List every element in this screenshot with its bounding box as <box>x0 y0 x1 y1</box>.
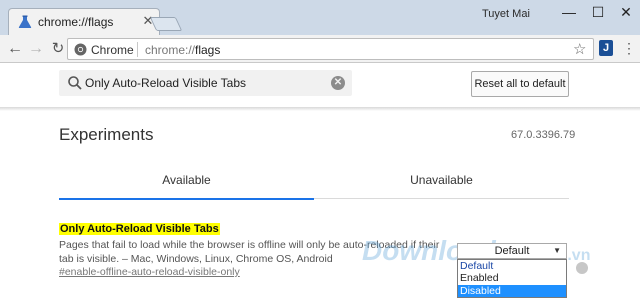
url-scheme: chrome:// <box>145 43 196 57</box>
select-options: Default Enabled Disabled <box>457 259 567 298</box>
search-input[interactable]: Only Auto-Reload Visible Tabs ✕ <box>59 70 352 96</box>
flask-icon <box>18 15 32 28</box>
chrome-logo-icon <box>74 43 87 56</box>
menu-dots-icon[interactable]: ⋮ <box>622 38 636 58</box>
extension-icon[interactable]: J <box>599 40 613 56</box>
close-window-button[interactable]: ✕ <box>612 2 640 22</box>
maximize-button[interactable]: ☐ <box>584 2 612 22</box>
reset-all-button[interactable]: Reset all to default <box>471 71 569 97</box>
bookmark-star-icon[interactable]: ☆ <box>573 40 586 58</box>
divider <box>137 42 138 57</box>
option-disabled[interactable]: Disabled <box>458 284 566 297</box>
version-label: 67.0.3396.79 <box>511 129 576 141</box>
profile-name[interactable]: Tuyet Mai <box>482 8 530 20</box>
url-host: flags <box>195 43 221 57</box>
flags-search-row: Only Auto-Reload Visible Tabs ✕ Reset al… <box>0 63 640 107</box>
flag-name: Only Auto-Reload Visible Tabs <box>59 223 220 235</box>
address-bar[interactable]: Chrome chrome:// flags ☆ <box>67 38 594 60</box>
experiments-tabs: Available Unavailable <box>59 162 569 200</box>
watermark-dot <box>576 262 588 274</box>
search-value: Only Auto-Reload Visible Tabs <box>85 76 246 90</box>
search-icon <box>68 76 82 90</box>
browser-tab[interactable]: chrome://flags ✕ <box>8 8 160 35</box>
header-shadow <box>0 107 640 111</box>
select-value: Default <box>494 245 530 257</box>
flag-state-select[interactable]: Default ▼ <box>457 243 567 259</box>
new-tab-button[interactable] <box>149 17 183 31</box>
clear-search-icon[interactable]: ✕ <box>331 76 345 90</box>
tab-unavailable[interactable]: Unavailable <box>314 162 569 199</box>
reload-icon[interactable]: ↻ <box>48 38 68 60</box>
tab-available[interactable]: Available <box>59 162 314 199</box>
forward-arrow-icon[interactable]: → <box>26 38 46 60</box>
back-arrow-icon[interactable]: ← <box>5 38 25 60</box>
flag-permalink[interactable]: #enable-offline-auto-reload-visible-only <box>59 266 240 278</box>
active-tab-indicator <box>59 198 314 200</box>
title-bar: chrome://flags ✕ Tuyet Mai — ☐ ✕ <box>0 0 640 35</box>
browser-toolbar: ← → ↻ Chrome chrome:// flags ☆ <box>0 35 640 63</box>
site-label: Chrome <box>91 43 134 57</box>
page-title: Experiments <box>59 125 154 144</box>
tab-title: chrome://flags <box>38 15 114 29</box>
minimize-button[interactable]: — <box>555 2 583 22</box>
chevron-down-icon: ▼ <box>553 246 561 255</box>
option-enabled[interactable]: Enabled <box>458 272 566 284</box>
option-default[interactable]: Default <box>458 260 566 272</box>
